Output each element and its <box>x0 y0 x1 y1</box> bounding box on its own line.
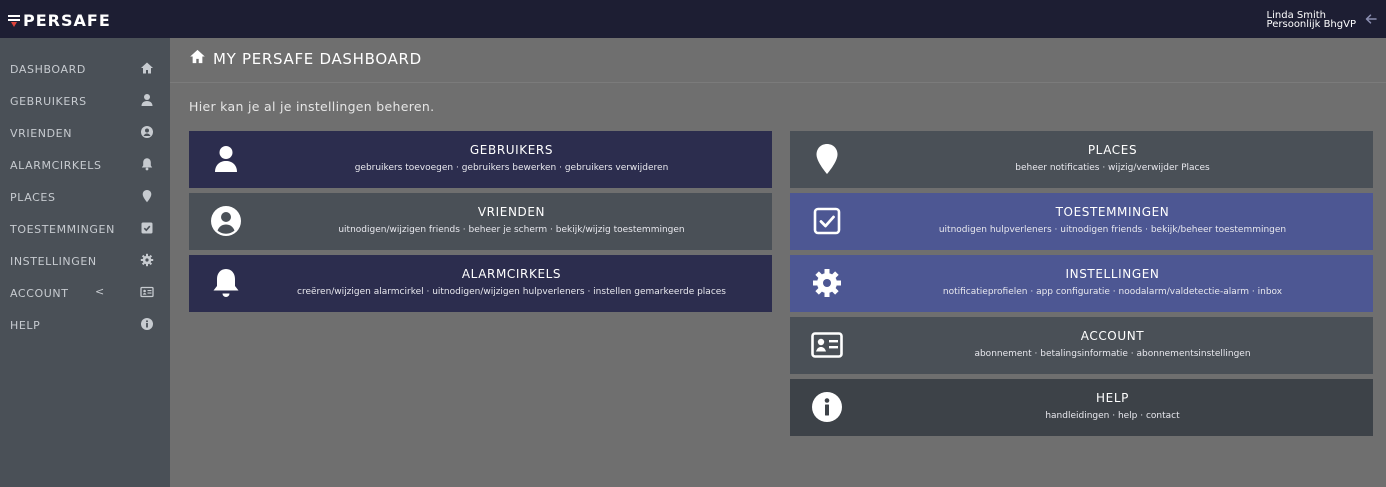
card-title: TOESTEMMINGEN <box>1055 205 1170 219</box>
user-icon <box>209 142 243 176</box>
card-account[interactable]: ACCOUNT abonnement · betalingsinformatie… <box>790 317 1373 374</box>
info-circle-icon <box>810 390 844 424</box>
card-help[interactable]: HELP handleidingen · help · contact <box>790 379 1373 436</box>
sidebar-item-alarmcirkels[interactable]: ALARMCIRKELS <box>0 148 170 180</box>
card-title: GEBRUIKERS <box>469 143 554 157</box>
card-title: ALARMCIRKELS <box>461 267 562 281</box>
sidebar-item-label: ALARMCIRKELS <box>10 159 102 172</box>
card-subtitle: abonnement · betalingsinformatie · abonn… <box>974 349 1251 359</box>
sidebar-item-label: DASHBOARD <box>10 63 86 76</box>
card-subtitle: gebruikers toevoegen · gebruikers bewerk… <box>354 163 669 173</box>
card-vrienden[interactable]: VRIENDEN uitnodigen/wijzigen friends · b… <box>189 193 772 250</box>
sidebar-item-gebruikers[interactable]: GEBRUIKERS <box>0 84 170 116</box>
card-toestemmingen[interactable]: TOESTEMMINGEN uitnodigen hulpverleners ·… <box>790 193 1373 250</box>
sidebar-item-vrienden[interactable]: VRIENDEN <box>0 116 170 148</box>
card-alarmcirkels[interactable]: ALARMCIRKELS creëren/wijzigen alarmcirke… <box>189 255 772 312</box>
chevron-left-icon[interactable]: < <box>95 285 104 298</box>
card-title: HELP <box>1096 391 1129 405</box>
card-places[interactable]: PLACES beheer notificaties · wijzig/verw… <box>790 131 1373 188</box>
sidebar-item-label: VRIENDEN <box>10 127 73 140</box>
card-subtitle: notificatieprofielen · app configuratie … <box>942 287 1283 297</box>
user-icon <box>140 92 154 106</box>
sidebar: DASHBOARD GEBRUIKERS VRIENDEN ALARMCIRKE… <box>0 38 170 487</box>
map-marker-icon <box>810 142 844 176</box>
info-circle-icon <box>140 316 154 330</box>
main-content: MY PERSAFE DASHBOARD Hier kan je al je i… <box>170 38 1386 487</box>
sidebar-item-label: ACCOUNT <box>10 287 69 300</box>
sidebar-item-label: PLACES <box>10 191 56 204</box>
id-card-icon <box>140 284 154 298</box>
sidebar-item-account[interactable]: ACCOUNT < <box>0 276 170 308</box>
sidebar-item-help[interactable]: HELP <box>0 308 170 340</box>
bell-icon <box>140 156 154 171</box>
arrow-left-icon[interactable] <box>1364 12 1378 26</box>
user-circle-icon <box>140 124 154 138</box>
sidebar-item-instellingen[interactable]: INSTELLINGEN <box>0 244 170 276</box>
card-instellingen[interactable]: INSTELLINGEN notificatieprofielen · app … <box>790 255 1373 312</box>
check-square-icon <box>140 220 154 234</box>
check-square-icon <box>810 204 844 238</box>
user-circle-icon <box>209 204 243 238</box>
card-subtitle: handleidingen · help · contact <box>1045 411 1180 421</box>
id-card-icon <box>810 328 844 362</box>
gear-icon <box>810 266 844 300</box>
sidebar-item-dashboard[interactable]: DASHBOARD <box>0 52 170 84</box>
card-subtitle: uitnodigen/wijzigen friends · beheer je … <box>338 225 685 235</box>
card-gebruikers[interactable]: GEBRUIKERS gebruikers toevoegen · gebrui… <box>189 131 772 188</box>
home-icon <box>140 60 154 74</box>
card-title: ACCOUNT <box>1080 329 1145 343</box>
sidebar-item-label: TOESTEMMINGEN <box>10 223 115 236</box>
page-header: MY PERSAFE DASHBOARD <box>170 38 1386 83</box>
gear-icon <box>140 252 154 267</box>
sidebar-item-toestemmingen[interactable]: TOESTEMMINGEN <box>0 212 170 244</box>
logo-mark-icon <box>8 13 20 27</box>
card-subtitle: uitnodigen hulpverleners · uitnodigen fr… <box>938 225 1287 235</box>
top-bar: PERSAFE Linda Smith Persoonlijk BhgVP <box>0 0 1386 38</box>
card-title: INSTELLINGEN <box>1065 267 1160 281</box>
page-title: MY PERSAFE DASHBOARD <box>213 50 422 68</box>
home-icon <box>189 48 206 65</box>
sidebar-item-label: GEBRUIKERS <box>10 95 87 108</box>
logo-text: PERSAFE <box>23 10 111 30</box>
bell-icon <box>209 266 243 300</box>
intro-text: Hier kan je al je instellingen beheren. <box>189 99 435 114</box>
card-title: PLACES <box>1087 143 1138 157</box>
map-marker-icon <box>140 188 154 203</box>
sidebar-item-label: HELP <box>10 319 41 332</box>
user-info[interactable]: Linda Smith Persoonlijk BhgVP <box>1266 11 1356 30</box>
card-subtitle: creëren/wijzigen alarmcirkel · uitnodige… <box>297 287 726 297</box>
card-subtitle: beheer notificaties · wijzig/verwijder P… <box>1015 163 1210 173</box>
persafe-logo[interactable]: PERSAFE <box>8 10 111 30</box>
card-title: VRIENDEN <box>477 205 546 219</box>
user-profile: Persoonlijk BhgVP <box>1266 19 1356 30</box>
sidebar-item-places[interactable]: PLACES <box>0 180 170 212</box>
sidebar-item-label: INSTELLINGEN <box>10 255 97 268</box>
